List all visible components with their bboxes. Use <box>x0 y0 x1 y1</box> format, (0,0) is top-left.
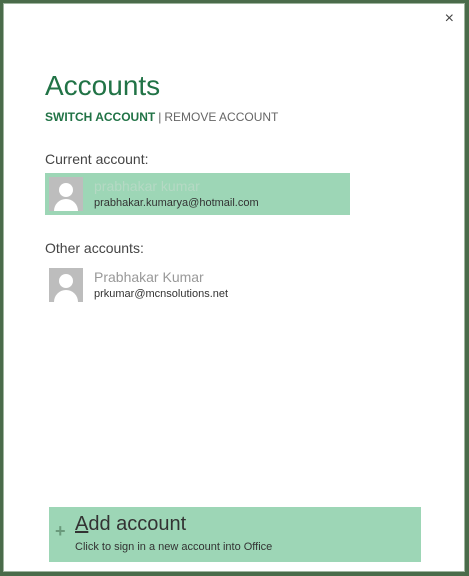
close-icon[interactable]: × <box>445 10 454 28</box>
remove-account-link[interactable]: REMOVE ACCOUNT <box>164 110 278 124</box>
accounts-dialog: × Accounts SWITCH ACCOUNT | REMOVE ACCOUNT… <box>3 3 465 572</box>
account-name: Prabhakar Kumar <box>94 269 204 285</box>
other-accounts-label: Other accounts: <box>45 240 144 256</box>
account-email: prabhakar.kumarya@hotmail.com <box>94 197 259 209</box>
current-account-label: Current account: <box>45 151 149 167</box>
current-account-item[interactable]: prabhakar kumar prabhakar.kumarya@hotmai… <box>45 173 350 215</box>
add-account-title: Add account <box>75 513 186 536</box>
account-name: prabhakar kumar <box>94 178 200 194</box>
account-actions: SWITCH ACCOUNT | REMOVE ACCOUNT <box>45 110 278 124</box>
other-account-item[interactable]: Prabhakar Kumar prkumar@mcnsolutions.net <box>45 264 350 306</box>
switch-account-link[interactable]: SWITCH ACCOUNT <box>45 110 155 124</box>
account-email: prkumar@mcnsolutions.net <box>94 288 229 300</box>
user-silhouette-icon <box>49 268 83 302</box>
user-silhouette-icon <box>49 177 83 211</box>
page-title: Accounts <box>45 70 161 101</box>
add-account-title-rest: dd account <box>88 513 187 535</box>
add-account-button[interactable]: + Add account Click to sign in a new acc… <box>49 507 421 562</box>
link-separator: | <box>158 110 162 124</box>
add-account-subtitle: Click to sign in a new account into Offi… <box>75 541 273 553</box>
plus-icon: + <box>55 521 66 541</box>
access-key-letter: A <box>75 513 89 535</box>
